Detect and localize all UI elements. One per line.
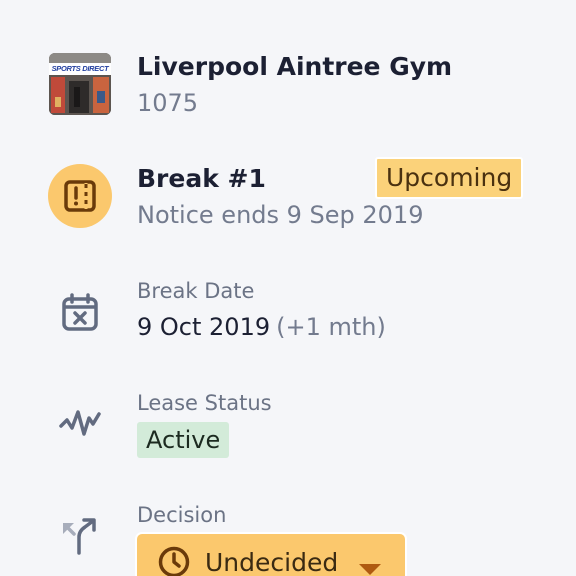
lease-status-row: Lease Status Active [0,390,576,460]
calendar-x-icon [62,293,98,331]
storefront-sign-text: SPORTS DIRECT [51,64,109,73]
break-date-icon-slot [48,280,112,344]
property-thumbnail-slot: SPORTS DIRECT [48,52,112,116]
break-notice-text: Notice ends 9 Sep 2019 [137,201,424,229]
activity-icon [59,410,101,436]
property-name: Liverpool Aintree Gym [137,52,453,81]
lease-status-icon-slot [48,390,112,454]
property-thumbnail: SPORTS DIRECT [49,53,111,115]
break-notice-icon-circle [48,164,112,228]
decision-dropdown[interactable]: Undecided [135,532,407,576]
property-row[interactable]: SPORTS DIRECT Liverpool Aintree Gym 1075 [0,52,576,117]
break-date-label: Break Date [137,279,255,303]
clock-icon [158,546,190,576]
decision-label: Decision [137,503,227,527]
break-date-relative: (+1 mth) [276,313,386,341]
break-icon-slot [48,164,112,228]
chevron-down-icon [359,564,381,575]
property-code: 1075 [137,89,199,117]
break-date-value: 9 Oct 2019 [137,313,271,341]
direction-arrow-icon [63,518,96,555]
break-date-row: Break Date 9 Oct 2019 (+1 mth) [0,278,576,342]
lease-break-panel: SPORTS DIRECT Liverpool Aintree Gym 1075 [0,0,576,576]
status-badge-upcoming: Upcoming [375,157,524,199]
break-notice-icon [64,180,96,212]
lease-status-badge: Active [137,422,230,458]
decision-icon-slot [48,502,112,566]
lease-status-label: Lease Status [137,391,272,415]
decision-value: Undecided [205,547,339,576]
